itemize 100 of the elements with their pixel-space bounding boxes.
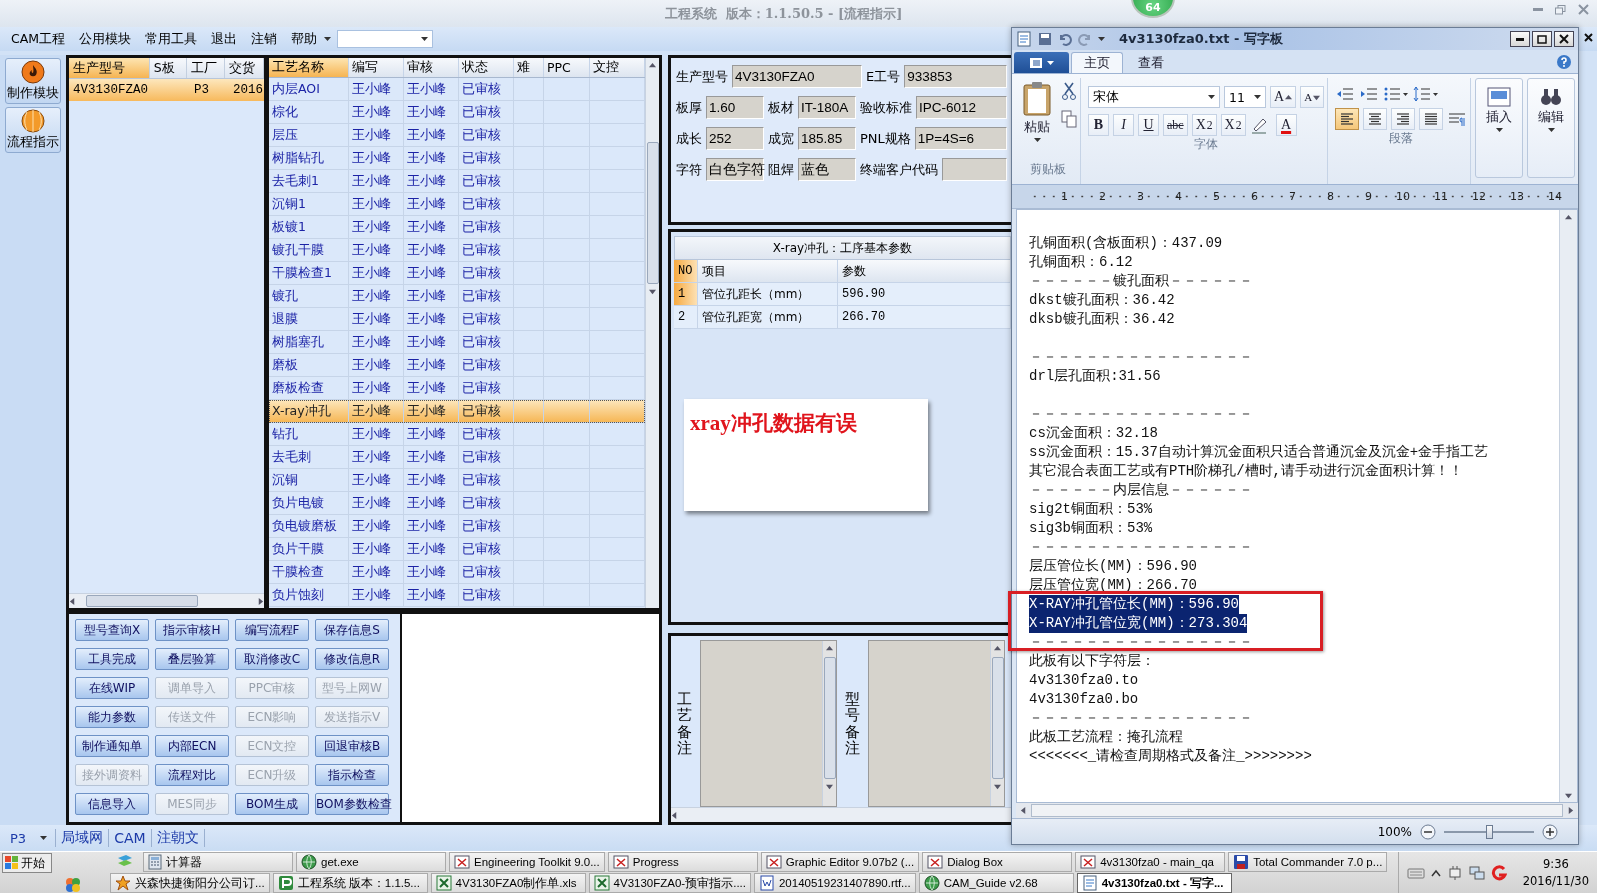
grow-font-button[interactable]: A [1270, 86, 1297, 108]
process-row[interactable]: 去毛刺1 王小峰 王小峰 已审核 [269, 170, 645, 193]
process-row[interactable]: 镀孔 王小峰 王小峰 已审核 [269, 285, 645, 308]
zoom-in-icon[interactable] [1542, 823, 1558, 840]
input-field[interactable]: IPC-6012 [916, 96, 1007, 119]
line-spacing-icon[interactable] [1413, 86, 1440, 102]
menu-item[interactable]: 帮助 [284, 30, 325, 48]
minimize-button[interactable] [1510, 31, 1530, 47]
insert-button[interactable]: 插入 [1475, 78, 1524, 178]
module-button[interactable]: 流程指示 [5, 107, 61, 153]
input-field[interactable]: 185.85 [798, 127, 856, 150]
process-row[interactable]: 内层AOI 王小峰 王小峰 已审核 [269, 78, 645, 101]
action-button[interactable]: 保存信息S [315, 619, 389, 641]
network-icon[interactable] [1469, 865, 1485, 881]
close-button[interactable] [1554, 31, 1574, 47]
bullet-list-icon[interactable] [1383, 86, 1410, 102]
slider-thumb[interactable] [1486, 824, 1493, 839]
paste-button[interactable]: 粘贴 [1019, 78, 1055, 161]
action-button[interactable]: 制作通知单 [75, 735, 149, 757]
align-button[interactable] [1391, 108, 1416, 130]
column-header[interactable]: 难 [514, 58, 544, 77]
text-area[interactable] [868, 640, 1005, 807]
action-button[interactable]: 指示审核H [155, 619, 229, 641]
process-row[interactable]: 负片蚀刻 王小峰 王小峰 已审核 [269, 584, 645, 607]
action-button[interactable]: 回退审核B [315, 735, 389, 757]
font-style-button[interactable]: U [1138, 114, 1159, 136]
close-icon[interactable] [1584, 33, 1593, 42]
menu-item[interactable]: CAM工程 [4, 30, 73, 48]
column-header[interactable]: 工艺名称 [269, 58, 349, 77]
column-header[interactable]: 工厂 [186, 58, 225, 78]
taskbar-button[interactable]: 兴森快捷衡阳分公司订... [110, 873, 270, 893]
process-row[interactable]: 磨板 王小峰 王小峰 已审核 [269, 354, 645, 377]
maximize-button[interactable] [1532, 31, 1552, 47]
flower-icon[interactable] [64, 876, 82, 893]
action-button[interactable]: 在线WIP [75, 677, 149, 699]
scroll-thumb[interactable] [646, 142, 659, 284]
font-family-field[interactable]: 宋体 [1088, 86, 1220, 108]
input-field[interactable] [942, 158, 1007, 181]
param-row[interactable]: 1 管位孔距长（mm） 596.90 [674, 283, 1011, 306]
restore-icon[interactable] [1555, 4, 1566, 15]
column-header[interactable]: 编写 [349, 58, 404, 77]
toolbar-combo[interactable] [337, 30, 434, 48]
help-icon[interactable] [1556, 53, 1572, 70]
process-row[interactable]: X-ray冲孔 王小峰 王小峰 已审核 [269, 400, 645, 423]
process-row[interactable]: 棕化 王小峰 王小峰 已审核 [269, 101, 645, 124]
scrollbar[interactable] [1559, 210, 1577, 802]
column-header[interactable]: 状态 [459, 58, 514, 77]
taskbar-button[interactable]: get.exe [296, 852, 446, 872]
font-size-field[interactable]: 11 [1224, 86, 1266, 108]
process-row[interactable]: 沉铜1 王小峰 王小峰 已审核 [269, 193, 645, 216]
process-row[interactable]: 干膜检查 王小峰 王小峰 已审核 [269, 561, 645, 584]
undo-icon[interactable] [1058, 32, 1072, 46]
column-header[interactable]: PPC [544, 58, 590, 77]
taskbar-button[interactable]: 20140519231407890.rtf... [753, 873, 916, 893]
column-header[interactable]: 交货 [224, 58, 264, 78]
scrollbar[interactable] [822, 641, 836, 806]
font-style-button[interactable]: I [1113, 114, 1134, 136]
action-button[interactable]: 能力参数 [75, 706, 149, 728]
input-field[interactable]: 933853 [904, 65, 1007, 88]
action-button[interactable]: 叠层验算 [155, 648, 229, 670]
menu-item[interactable]: 公用模块 [72, 30, 139, 48]
align-button[interactable] [1335, 108, 1360, 130]
input-field[interactable]: 4V3130FZA0 [732, 65, 862, 88]
scrollbar[interactable] [1016, 803, 1578, 818]
increase-indent-icon[interactable] [1359, 86, 1380, 102]
taskbar-button[interactable]: Graphic Editor 9.07b2 (... [760, 852, 920, 872]
keyboard-icon[interactable] [1407, 866, 1425, 880]
taskbar-button[interactable]: 工程系统 版本：1.1.5... [272, 873, 428, 893]
input-field[interactable]: 1P=4S=6 [914, 127, 1007, 150]
scroll-thumb[interactable] [823, 657, 836, 779]
decrease-indent-icon[interactable] [1335, 86, 1356, 102]
column-header[interactable]: S板 [149, 58, 187, 78]
action-button[interactable]: 取消修改C [235, 648, 309, 670]
param-row[interactable]: 2 管位孔距宽（mm） 266.70 [674, 306, 1011, 329]
column-header[interactable]: 生产型号 [69, 58, 150, 78]
status-tab[interactable]: 局域网 [55, 829, 110, 847]
scroll-thumb[interactable] [991, 657, 1004, 779]
process-row[interactable]: 层压 王小峰 王小峰 已审核 [269, 124, 645, 147]
taskbar-button[interactable]: Engineering Toolkit 9.0... [449, 852, 605, 872]
ribbon-tab[interactable]: 主页 [1071, 52, 1123, 73]
taskbar-button[interactable]: 4v3130fza0 - main_qa [1075, 852, 1226, 872]
align-button[interactable] [1363, 108, 1388, 130]
taskbar-button[interactable]: Progress [607, 852, 758, 872]
font-style-button[interactable]: B [1088, 114, 1109, 136]
chevron-up-icon[interactable] [1431, 869, 1441, 877]
paragraph-icon[interactable] [1447, 111, 1468, 127]
taskbar-button[interactable]: Dialog Box [922, 852, 1073, 872]
cut-icon[interactable] [1061, 82, 1077, 100]
align-button[interactable] [1419, 108, 1444, 130]
minimize-icon[interactable] [1533, 7, 1543, 12]
scrollbar[interactable] [990, 641, 1004, 806]
action-button[interactable]: 信息导入 [75, 793, 149, 815]
process-row[interactable]: 沉铜 王小峰 王小峰 已审核 [269, 469, 645, 492]
taskbar-button[interactable]: 4V3130FZA0-预审指示.... [588, 873, 751, 893]
input-field[interactable]: 1.60 [706, 96, 764, 119]
process-row[interactable]: 负电镀磨板 王小峰 王小峰 已审核 [269, 515, 645, 538]
process-row[interactable]: 负片干膜 王小峰 王小峰 已审核 [269, 538, 645, 561]
action-button[interactable]: 工具完成 [75, 648, 149, 670]
menu-item[interactable]: 常用工具 [138, 30, 205, 48]
text-area[interactable] [700, 640, 837, 807]
